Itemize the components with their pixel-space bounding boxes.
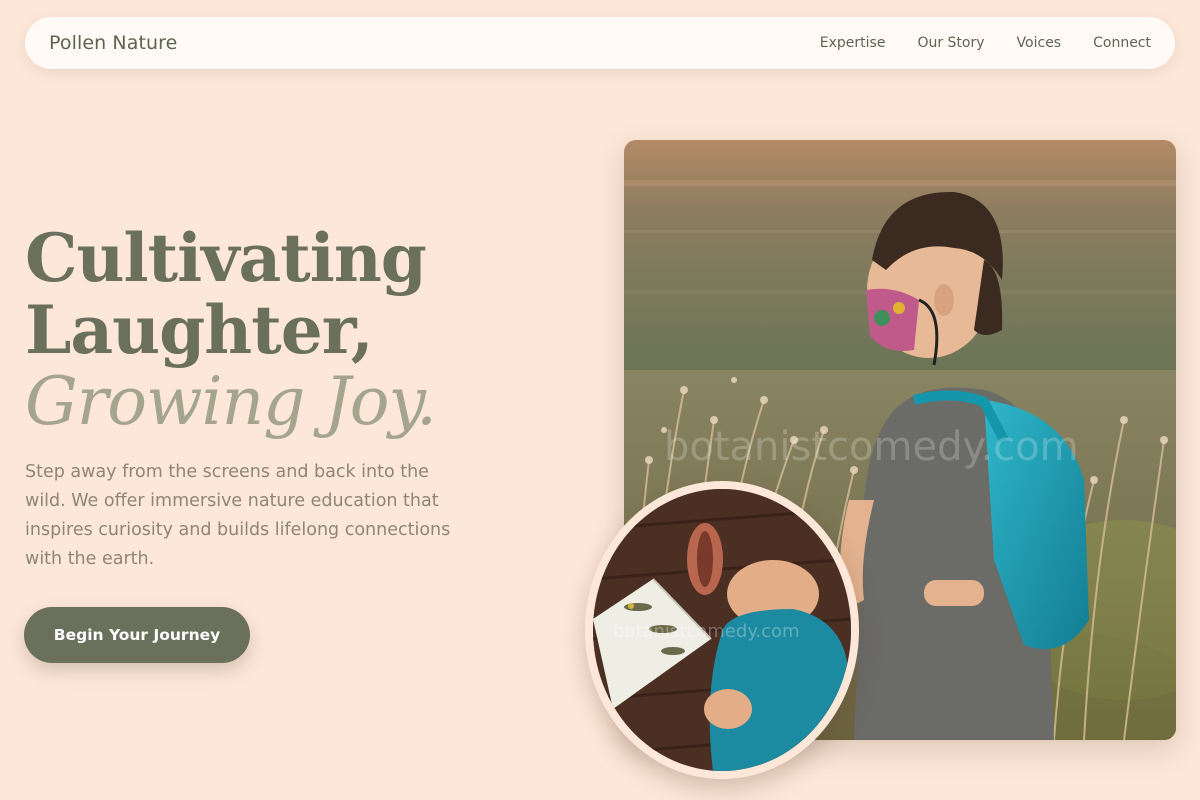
- nav-link-our-story[interactable]: Our Story: [917, 35, 984, 51]
- navbar: Pollen Nature Expertise Our Story Voices…: [25, 17, 1175, 69]
- hero-title: Cultivating Laughter, Growing Joy.: [25, 222, 585, 438]
- nav-links: Expertise Our Story Voices Connect: [820, 35, 1151, 51]
- hero-title-line-1: Cultivating: [25, 219, 427, 297]
- begin-journey-button[interactable]: Begin Your Journey: [24, 607, 250, 663]
- hero-title-line-2: Laughter,: [25, 291, 374, 369]
- brand-logo[interactable]: Pollen Nature: [49, 32, 177, 54]
- main-watermark: botanistcomedy.com: [664, 424, 1079, 470]
- nav-link-expertise[interactable]: Expertise: [820, 35, 886, 51]
- nav-link-connect[interactable]: Connect: [1093, 35, 1151, 51]
- inset-circle-photo-art: botanistcomedy.com: [593, 489, 851, 771]
- hero-title-accent: Growing Joy.: [25, 363, 437, 440]
- inset-watermark: botanistcomedy.com: [613, 621, 800, 642]
- nav-link-voices[interactable]: Voices: [1017, 35, 1062, 51]
- hero-description: Step away from the screens and back into…: [25, 462, 451, 569]
- inset-circle-photo: botanistcomedy.com: [585, 481, 859, 779]
